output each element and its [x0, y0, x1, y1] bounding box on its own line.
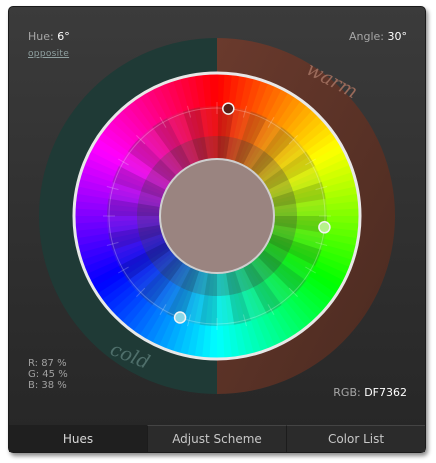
tab-adjust-scheme[interactable]: Adjust Scheme — [147, 425, 286, 452]
red-percent: R: 87 % — [28, 358, 67, 369]
angle-label: Angle: — [348, 30, 384, 43]
hue-label: Hue: — [28, 30, 54, 43]
marker-primary[interactable] — [222, 102, 235, 115]
rgb-value[interactable]: DF7362 — [364, 386, 407, 399]
hue-value: 6° — [57, 30, 70, 43]
blue-percent: B: 38 % — [28, 380, 67, 391]
tab-bar: Hues Adjust Scheme Color List — [9, 425, 425, 452]
angle-readout: Angle: 30° — [349, 30, 407, 43]
rgb-readout: RGB: DF7362 — [333, 386, 407, 399]
tab-hues[interactable]: Hues — [9, 425, 147, 452]
tab-color-list[interactable]: Color List — [286, 425, 425, 452]
angle-value: 30° — [387, 30, 408, 43]
hue-readout: Hue: 6° — [28, 30, 70, 43]
marker-secondary-1[interactable] — [318, 221, 331, 234]
center-swatch — [159, 158, 275, 274]
color-scheme-panel: warm cold Hue: 6° Angle: 30° opposite R:… — [8, 6, 426, 453]
green-percent: G: 45 % — [28, 369, 68, 380]
opposite-link[interactable]: opposite — [28, 49, 69, 59]
marker-secondary-2[interactable] — [173, 311, 187, 324]
rgb-label: RGB: — [333, 386, 361, 399]
